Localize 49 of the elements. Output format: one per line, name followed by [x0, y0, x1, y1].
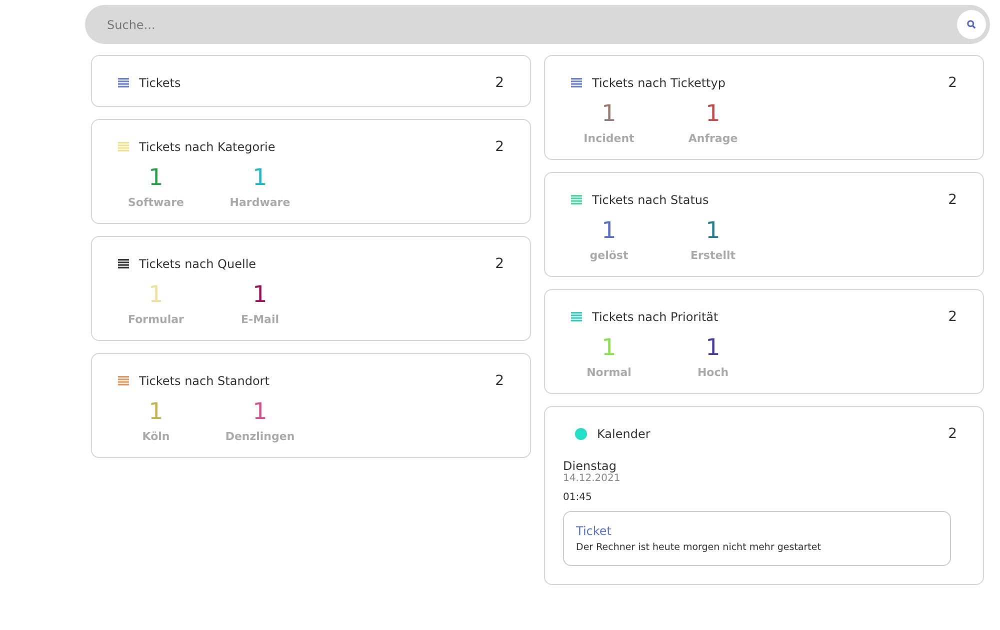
search-bar[interactable]: Suche...: [85, 5, 990, 44]
card-title: Tickets nach Priorität: [592, 310, 720, 324]
stat-value: 1: [148, 398, 164, 427]
stat-value: 1: [706, 217, 720, 246]
stat-value: 1: [252, 398, 268, 427]
card-count: 2: [948, 426, 957, 442]
card-count: 2: [948, 309, 957, 325]
card-count: 2: [495, 139, 504, 155]
card-title: Tickets nach Standort: [139, 374, 270, 388]
stat-label: Hoch: [697, 366, 729, 379]
stat-value: 1: [252, 164, 268, 193]
card-title: Tickets nach Quelle: [139, 257, 258, 271]
card-count: 2: [948, 192, 957, 208]
card-title: Tickets nach Status: [592, 193, 710, 207]
stat-label: Formular: [128, 313, 184, 326]
day-label: Dienstag: [563, 459, 618, 473]
stat-label: E-Mail: [241, 313, 279, 326]
event-link[interactable]: Ticket: [576, 524, 612, 538]
search-field[interactable]: Suche...: [105, 16, 957, 32]
stat-label: Denzlingen: [225, 430, 295, 443]
card-count: 2: [495, 256, 504, 272]
search-icon: [967, 20, 976, 29]
card-title: Tickets nach Kategorie: [139, 140, 276, 154]
stat-value: 1: [706, 334, 720, 363]
stat-label: gelöst: [590, 249, 628, 262]
stat-value: 1: [706, 100, 720, 129]
card-title: Kalender: [597, 427, 652, 441]
stat-label: Incident: [584, 132, 634, 145]
card-count: 2: [495, 373, 504, 389]
stat-value: 1: [602, 217, 616, 246]
stat-value: 1: [602, 100, 616, 129]
search-button[interactable]: [957, 10, 986, 39]
stat-label: Anfrage: [688, 132, 738, 145]
stat-label: Software: [128, 196, 184, 209]
stat-value: 1: [148, 281, 164, 310]
date-label: 14.12.2021: [563, 473, 622, 484]
event-description: Der Rechner ist heute morgen nicht mehr gestartet: [576, 542, 821, 553]
stat-value: 1: [252, 281, 268, 310]
stat-label: Köln: [142, 430, 170, 443]
card-count: 2: [948, 75, 957, 91]
card-title: Tickets nach Tickettyp: [592, 76, 726, 90]
stat-label: Normal: [586, 366, 632, 379]
stat-value: 1: [148, 164, 164, 193]
card-count: 2: [495, 75, 504, 91]
stat-label: Erstellt: [690, 249, 736, 262]
stat-value: 1: [602, 334, 616, 363]
time-label: 01:45: [563, 492, 593, 503]
card-title: Tickets: [139, 76, 182, 90]
stat-label: Hardware: [230, 196, 290, 209]
